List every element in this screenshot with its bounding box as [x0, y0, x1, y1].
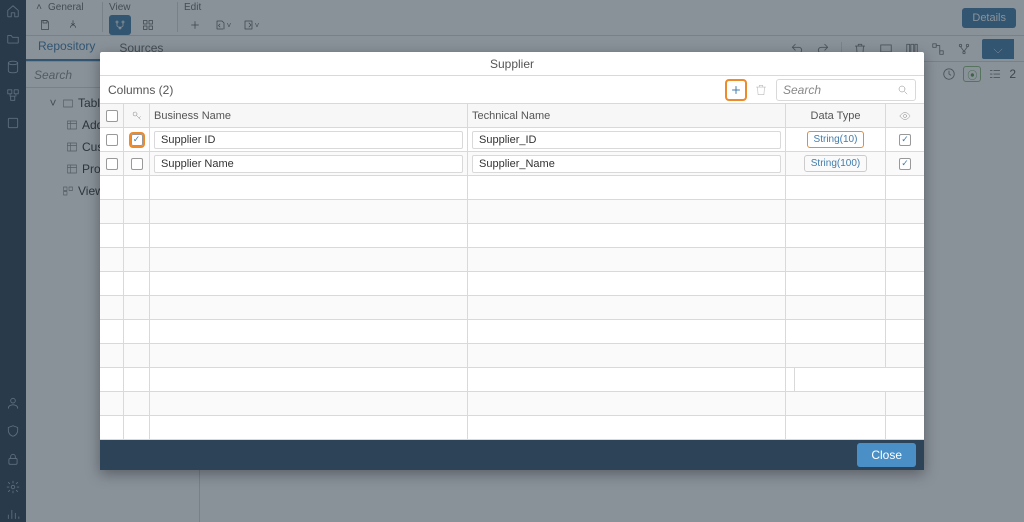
visibility-checkbox[interactable]	[899, 158, 911, 170]
grid-row-empty	[100, 248, 924, 272]
row-select-checkbox[interactable]	[106, 158, 118, 170]
technical-name-input[interactable]: Supplier_ID	[472, 131, 781, 149]
business-name-input[interactable]: Supplier Name	[154, 155, 463, 173]
business-name-header[interactable]: Business Name	[150, 104, 468, 127]
technical-name-header[interactable]: Technical Name	[468, 104, 786, 127]
grid-row-empty	[100, 320, 924, 344]
grid-header: Business Name Technical Name Data Type	[100, 104, 924, 128]
grid-row-empty	[100, 344, 924, 368]
grid-row-empty	[100, 392, 924, 416]
technical-name-input[interactable]: Supplier_Name	[472, 155, 781, 173]
placeholder: Search	[783, 83, 897, 97]
search-icon	[897, 84, 909, 96]
grid-row: Supplier ID Supplier_ID String(10)	[100, 128, 924, 152]
key-checkbox[interactable]	[131, 158, 143, 170]
dialog-title: Supplier	[100, 52, 924, 76]
grid-row-empty	[100, 416, 924, 440]
grid-row: Supplier Name Supplier_Name String(100)	[100, 152, 924, 176]
datatype-link[interactable]: String(10)	[807, 131, 865, 148]
grid-row-empty	[100, 224, 924, 248]
add-column-button[interactable]	[726, 80, 746, 100]
dialog-toolbar: Columns (2) Search	[100, 76, 924, 104]
grid-row-empty	[100, 296, 924, 320]
visibility-checkbox[interactable]	[899, 134, 911, 146]
key-header	[124, 104, 150, 127]
dialog-footer: Close	[100, 440, 924, 470]
dialog-search[interactable]: Search	[776, 79, 916, 101]
datatype-link[interactable]: String(100)	[804, 155, 867, 172]
columns-grid: Business Name Technical Name Data Type S…	[100, 104, 924, 440]
key-checkbox[interactable]	[131, 134, 143, 146]
columns-count-label: Columns (2)	[108, 83, 173, 97]
business-name-input[interactable]: Supplier ID	[154, 131, 463, 149]
select-all-checkbox[interactable]	[106, 110, 118, 122]
columns-dialog: Supplier Columns (2) Search Business Nam…	[100, 52, 924, 470]
grid-row-empty	[100, 176, 924, 200]
grid-row-empty	[100, 272, 924, 296]
delete-column-button[interactable]	[752, 81, 770, 99]
close-button[interactable]: Close	[857, 443, 916, 467]
row-select-checkbox[interactable]	[106, 134, 118, 146]
datatype-header[interactable]: Data Type	[786, 104, 886, 127]
grid-row-empty	[100, 200, 924, 224]
grid-row-empty	[100, 368, 924, 392]
modal-overlay: Supplier Columns (2) Search Business Nam…	[0, 0, 1024, 522]
visibility-header	[886, 104, 924, 127]
